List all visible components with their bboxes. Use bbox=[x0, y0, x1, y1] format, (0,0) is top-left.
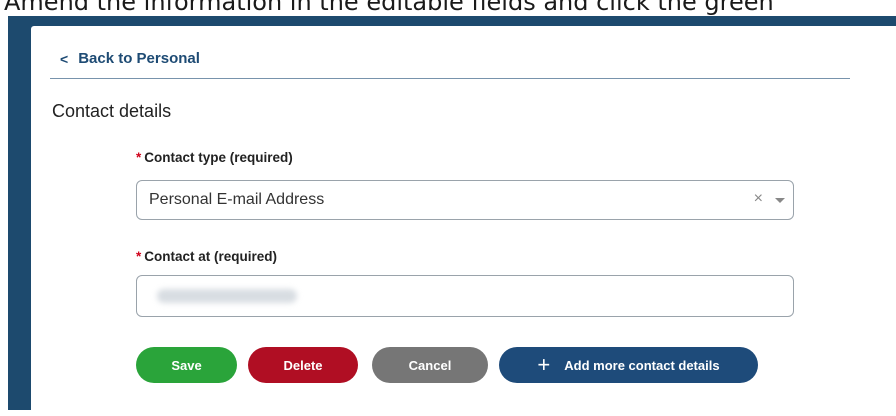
chevron-left-icon: < bbox=[60, 50, 69, 67]
section-title: Contact details bbox=[52, 101, 172, 121]
cancel-button[interactable]: Cancel bbox=[372, 347, 488, 383]
instruction-text: Amend the information in the editable fi… bbox=[4, 0, 774, 16]
contact-at-label-text: Contact at (required) bbox=[144, 249, 278, 264]
add-more-contact-details-button[interactable]: + Add more contact details bbox=[499, 347, 758, 383]
plus-icon: + bbox=[537, 352, 551, 377]
save-button[interactable]: Save bbox=[136, 347, 237, 383]
contact-type-value: Personal E-mail Address bbox=[149, 191, 325, 208]
redacted-email-value bbox=[157, 289, 297, 303]
required-marker: * bbox=[136, 150, 142, 165]
contact-type-label: * Contact type (required) bbox=[136, 150, 293, 165]
delete-button[interactable]: Delete bbox=[248, 347, 358, 383]
contact-at-input[interactable] bbox=[136, 275, 794, 317]
required-marker: * bbox=[136, 249, 142, 264]
contact-type-label-text: Contact type (required) bbox=[144, 150, 293, 165]
add-more-label: Add more contact details bbox=[564, 357, 720, 373]
chevron-down-icon[interactable] bbox=[775, 198, 785, 203]
contact-at-label: * Contact at (required) bbox=[136, 249, 277, 264]
clear-icon[interactable]: × bbox=[754, 190, 763, 208]
divider bbox=[50, 78, 850, 79]
contact-type-select[interactable]: Personal E-mail Address × bbox=[136, 180, 794, 220]
back-to-personal-link[interactable]: < Back to Personal bbox=[60, 50, 200, 67]
back-link-label: Back to Personal bbox=[78, 50, 200, 67]
